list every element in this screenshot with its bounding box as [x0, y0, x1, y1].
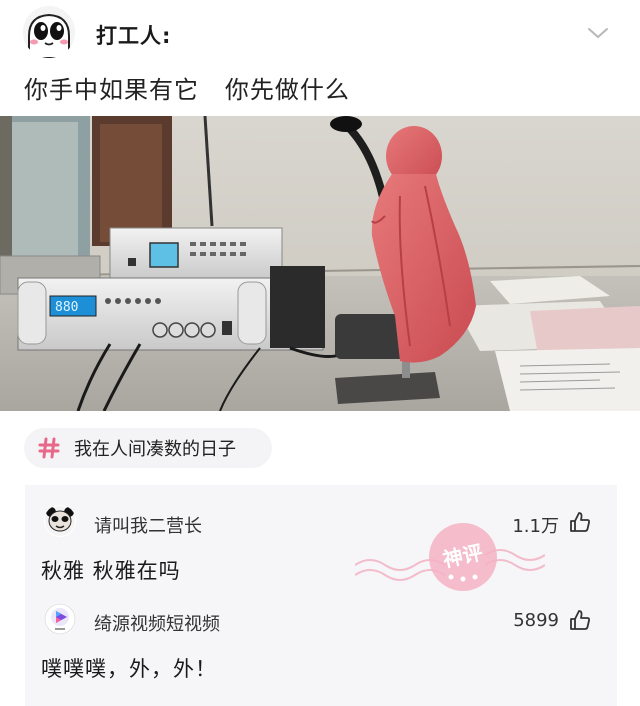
- topic-label: 我在人间凑数的日子: [74, 439, 236, 460]
- thumbs-up-icon[interactable]: [569, 609, 591, 631]
- like-count: 1.1万: [512, 516, 559, 537]
- topic-tag[interactable]: 我在人间凑数的日子: [24, 428, 272, 468]
- thumbs-up-icon[interactable]: [569, 511, 591, 533]
- author-name[interactable]: 打工人:: [96, 20, 171, 50]
- post-image[interactable]: 880: [0, 116, 640, 411]
- collapse-button[interactable]: [584, 21, 612, 45]
- commenter-avatar[interactable]: [44, 505, 76, 537]
- comment-text: 秋雅 秋雅在吗: [41, 559, 181, 583]
- cartoon-face-icon: [23, 6, 75, 58]
- commenter-name[interactable]: 绮源视频短视频: [94, 610, 220, 636]
- post-header: 打工人:: [0, 0, 640, 68]
- play-logo-icon: [44, 603, 76, 635]
- comment-text: 噗噗噗，外，外！: [41, 657, 217, 681]
- author-avatar[interactable]: [23, 6, 75, 58]
- photo-illustration: 880: [0, 116, 640, 411]
- like-count: 5899: [513, 610, 559, 631]
- chevron-down-icon: [588, 28, 608, 39]
- amp-display-text: 880: [55, 300, 78, 315]
- hashtag-icon: [38, 437, 60, 459]
- commenter-name[interactable]: 请叫我二营长: [94, 512, 202, 538]
- panda-face-icon: [45, 506, 75, 536]
- commenter-avatar[interactable]: [44, 603, 76, 635]
- post-title: 你手中如果有它 你先做什么: [24, 76, 350, 104]
- comments-section: 神评 请叫我二营长 1.1万 秋雅 秋雅在吗 绮源视频短视频 5899 噗噗噗，…: [25, 485, 617, 706]
